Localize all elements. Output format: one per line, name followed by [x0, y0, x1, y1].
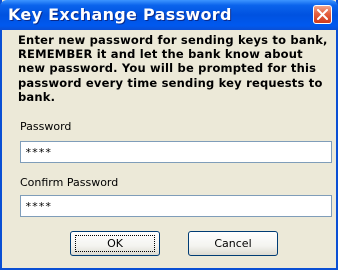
password-label: Password: [20, 120, 72, 133]
confirm-password-field[interactable]: [20, 195, 332, 217]
confirm-password-label: Confirm Password: [20, 176, 119, 189]
key-exchange-password-dialog: Key Exchange Password Enter new password…: [0, 0, 338, 270]
ok-button[interactable]: OK: [70, 231, 160, 256]
instruction-message: Enter new password for sending keys to b…: [18, 33, 328, 104]
cancel-button[interactable]: Cancel: [188, 231, 278, 256]
window-title: Key Exchange Password: [8, 5, 232, 24]
close-icon: [317, 9, 328, 20]
password-field[interactable]: [20, 141, 332, 163]
ok-button-label: OK: [75, 235, 155, 252]
close-button[interactable]: [313, 5, 332, 24]
title-bar[interactable]: Key Exchange Password: [0, 0, 338, 30]
